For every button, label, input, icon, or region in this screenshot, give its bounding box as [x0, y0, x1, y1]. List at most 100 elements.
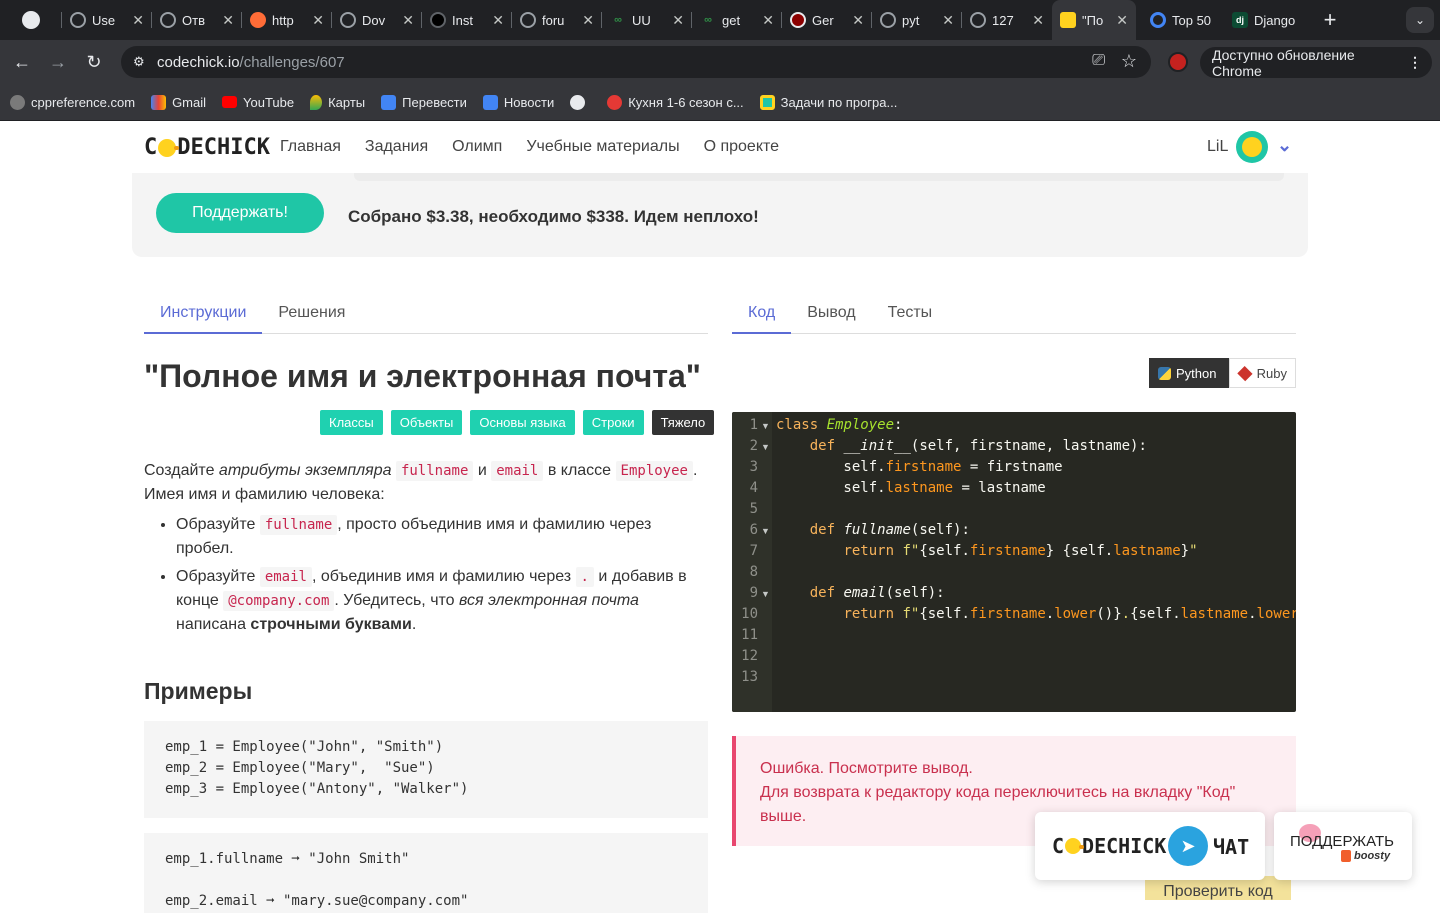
- browser-tab[interactable]: Ger ✕: [782, 0, 872, 40]
- bookmarks-bar: cppreference.com Gmail YouTube Карты Пер…: [0, 84, 1440, 121]
- difficulty-badge[interactable]: Тяжело: [651, 410, 715, 435]
- browser-tab[interactable]: ∞ get ✕: [692, 0, 782, 40]
- main-nav: Главная Задания Олимп Учебные материалы …: [280, 138, 803, 156]
- python-icon: [1158, 366, 1171, 380]
- extension-icon[interactable]: [1168, 52, 1188, 72]
- browser-tab[interactable]: foru ✕: [512, 0, 602, 40]
- code-editor[interactable]: 1 ▼ 2 ▼ 3 4 5 6 ▼ 7 8 9 ▼ 10 11 12 13 class …: [732, 412, 1296, 712]
- chevron-down-icon[interactable]: ⌄: [1277, 135, 1292, 156]
- openai-icon: [340, 12, 356, 28]
- browser-tab[interactable]: Отв ✕: [152, 0, 242, 40]
- nav-home[interactable]: Главная: [280, 138, 341, 156]
- close-icon[interactable]: ✕: [398, 12, 414, 29]
- close-icon[interactable]: ✕: [1028, 12, 1044, 29]
- close-icon[interactable]: ✕: [578, 12, 594, 29]
- right-tabs: Код Вывод Тесты: [732, 296, 1296, 334]
- browser-tab-active[interactable]: "По ✕: [1052, 0, 1136, 40]
- translate-icon: [381, 94, 397, 110]
- line-number: 2: [749, 438, 758, 454]
- instructions: Создайте атрибуты экземпляра fullname и …: [144, 459, 710, 641]
- browser-tab[interactable]: 127 ✕: [962, 0, 1052, 40]
- chrome-update-button[interactable]: Доступно обновление Chrome ⋮: [1200, 47, 1432, 79]
- page-title: "Полное имя и электронная почта": [144, 358, 701, 394]
- browser-tab[interactable]: Inst ✕: [422, 0, 512, 40]
- plus-icon: +: [1323, 7, 1337, 32]
- close-icon[interactable]: ✕: [758, 12, 774, 29]
- browser-tab[interactable]: dj Django: [1224, 0, 1312, 40]
- new-tab-button[interactable]: +: [1312, 0, 1348, 40]
- example-code-block: emp_1 = Employee("John", "Smith") emp_2 =…: [144, 721, 708, 818]
- browser-tab[interactable]: Use ✕: [62, 0, 152, 40]
- nav-materials[interactable]: Учебные материалы: [526, 138, 679, 156]
- close-icon[interactable]: ✕: [218, 12, 234, 29]
- bookmark-item[interactable]: Gmail: [151, 94, 206, 110]
- browser-tab[interactable]: Top 50: [1136, 0, 1224, 40]
- instruction-paragraph: Создайте атрибуты экземпляра fullname и …: [144, 461, 698, 503]
- browser-tab[interactable]: ∞ UU ✕: [602, 0, 692, 40]
- tag[interactable]: Классы: [320, 410, 383, 435]
- close-icon[interactable]: ✕: [1112, 12, 1128, 29]
- telegram-chat-widget[interactable]: C DECHICK ➤ ЧАТ: [1035, 812, 1265, 880]
- fold-icon[interactable]: ▼: [761, 421, 770, 431]
- forward-button[interactable]: →: [40, 44, 76, 80]
- bookmark-item[interactable]: Новости: [482, 94, 554, 110]
- site-info-icon[interactable]: ⚙: [133, 54, 149, 70]
- nav-challenges[interactable]: Задания: [365, 138, 428, 156]
- tag[interactable]: Объекты: [390, 410, 463, 435]
- hd-icon: [607, 94, 623, 110]
- bookmark-item[interactable]: Кухня 1-6 сезон с...: [607, 94, 744, 110]
- avatar[interactable]: [1236, 131, 1268, 163]
- tag[interactable]: Строки: [582, 410, 644, 435]
- site-logo[interactable]: C DECHICK: [144, 135, 270, 160]
- line-number: 13: [741, 669, 758, 685]
- bookmark-item[interactable]: [570, 94, 591, 110]
- openai-icon: [520, 12, 536, 28]
- tag[interactable]: Основы языка: [470, 410, 575, 435]
- openai-icon: [880, 12, 896, 28]
- chick-logo-icon: [1065, 838, 1085, 854]
- browser-tab[interactable]: pyt ✕: [872, 0, 962, 40]
- language-ruby-button[interactable]: Ruby: [1229, 358, 1296, 388]
- close-icon[interactable]: ✕: [848, 12, 864, 29]
- back-button[interactable]: ←: [4, 44, 40, 80]
- tab-solutions[interactable]: Решения: [262, 296, 361, 334]
- reload-button[interactable]: ↻: [76, 44, 112, 80]
- postman-icon: [250, 12, 266, 28]
- tab-code[interactable]: Код: [732, 296, 792, 334]
- close-icon[interactable]: ✕: [128, 12, 144, 29]
- code-line: def __init__(self, firstname, lastname):: [809, 438, 1147, 454]
- reload-icon: ↻: [86, 51, 102, 72]
- close-icon[interactable]: ✕: [488, 12, 504, 29]
- address-bar[interactable]: ⚙ codechick.io/challenges/607 ⎚ ☆: [121, 46, 1151, 78]
- install-app-icon[interactable]: ⎚: [1092, 52, 1105, 70]
- browser-tab-strip: Use ✕ Отв ✕ http ✕ Dov ✕ Inst ✕ foru ✕ ∞ UU ✕ ∞ g…: [0, 0, 1440, 40]
- fold-icon[interactable]: ▼: [761, 526, 770, 536]
- tab-search-button[interactable]: ⌄: [1406, 7, 1434, 33]
- tab-github[interactable]: [0, 0, 62, 40]
- line-number: 6: [749, 522, 758, 538]
- bookmark-item[interactable]: Перевести: [381, 94, 467, 110]
- fold-icon[interactable]: ▼: [761, 589, 770, 599]
- close-icon[interactable]: ✕: [668, 12, 684, 29]
- username[interactable]: LiL: [1207, 138, 1228, 156]
- browser-tab[interactable]: Dov ✕: [332, 0, 422, 40]
- support-button[interactable]: Поддержать!: [156, 193, 324, 233]
- nav-olymp[interactable]: Олимп: [452, 138, 502, 156]
- tab-tests[interactable]: Тесты: [872, 296, 949, 334]
- nav-about[interactable]: О проекте: [704, 138, 779, 156]
- fold-icon[interactable]: ▼: [761, 442, 770, 452]
- bookmark-item[interactable]: cppreference.com: [10, 94, 135, 110]
- bookmark-star-icon[interactable]: ☆: [1121, 51, 1137, 72]
- close-icon[interactable]: ✕: [938, 12, 954, 29]
- language-python-button[interactable]: Python: [1149, 358, 1229, 388]
- boosty-support-widget[interactable]: ПОДДЕРЖАТЬ boosty: [1274, 812, 1412, 880]
- bookmark-item[interactable]: Карты: [310, 94, 365, 110]
- tab-output[interactable]: Вывод: [791, 296, 871, 334]
- code-line: self.firstname = firstname: [776, 459, 1063, 475]
- tab-instructions[interactable]: Инструкции: [144, 296, 263, 334]
- bookmark-item[interactable]: YouTube: [222, 95, 294, 110]
- chick-logo-icon: [158, 138, 180, 157]
- bookmark-item[interactable]: Задачи по програ...: [759, 94, 897, 110]
- browser-tab[interactable]: http ✕: [242, 0, 332, 40]
- close-icon[interactable]: ✕: [308, 12, 324, 29]
